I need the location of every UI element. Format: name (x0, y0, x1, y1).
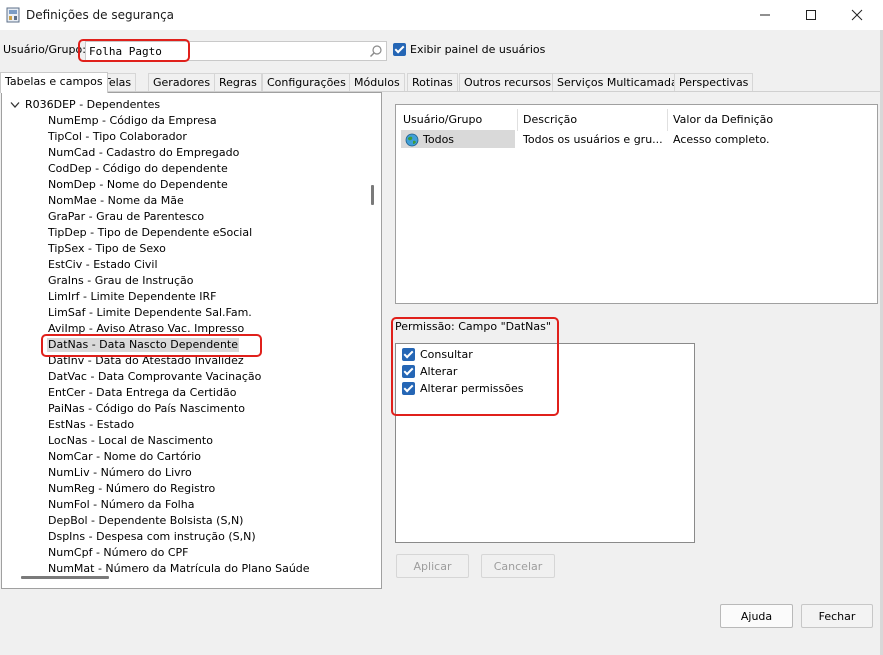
checkbox-checked-icon[interactable] (393, 43, 406, 56)
permission-label: Alterar permissões (420, 382, 524, 395)
tree-item[interactable]: LimIrf - Limite Dependente IRF (47, 290, 218, 304)
minimize-icon (760, 14, 770, 16)
tree-item[interactable]: EstNas - Estado (47, 418, 135, 432)
show-users-panel-checkbox[interactable]: Exibir painel de usuários (393, 43, 545, 56)
horizontal-scrollbar[interactable] (21, 576, 109, 579)
security-settings-window: Definições de segurança Usuário/Grupo: E… (0, 0, 883, 655)
tree-item[interactable]: DatVac - Data Comprovante Vacinação (47, 370, 262, 384)
grid-cell-user: Todos (423, 133, 455, 146)
tree-item-selected[interactable]: DatNas - Data Nascto Dependente (47, 338, 239, 352)
apply-button[interactable]: Aplicar (396, 554, 469, 578)
column-header-user-group[interactable]: Usuário/Grupo (403, 113, 482, 126)
tree-item[interactable]: NumFol - Número da Folha (47, 498, 195, 512)
cancel-button[interactable]: Cancelar (481, 554, 555, 578)
tree-item[interactable]: AviImp - Aviso Atraso Vac. Impresso (47, 322, 245, 336)
tree-item[interactable]: PaiNas - Código do País Nascimento (47, 402, 246, 416)
maximize-icon (806, 10, 816, 20)
permission-list: Consultar Alterar Alterar permissões (395, 343, 695, 543)
permission-edit-permissions[interactable]: Alterar permissões (402, 382, 524, 395)
checkbox-checked-icon[interactable] (402, 365, 415, 378)
globe-icon (405, 133, 419, 147)
tree-item[interactable]: GraIns - Grau de Instrução (47, 274, 194, 288)
tree-item[interactable]: NumMat - Número da Matrícula do Plano Sa… (47, 562, 311, 576)
column-header-definition-value[interactable]: Valor da Definição (673, 113, 773, 126)
grid-cell-description: Todos os usuários e gru... (523, 133, 663, 146)
user-group-field[interactable] (85, 41, 387, 61)
permission-label: Consultar (420, 348, 473, 361)
checkbox-checked-icon[interactable] (402, 382, 415, 395)
tree-item[interactable]: CodDep - Código do dependente (47, 162, 229, 176)
vertical-scrollbar[interactable] (371, 185, 374, 205)
search-icon[interactable] (369, 44, 383, 58)
fields-tree[interactable]: R036DEP - Dependentes NumEmp - Código da… (1, 92, 382, 589)
tab-settings[interactable]: Configurações (262, 73, 351, 92)
tree-item[interactable]: NumEmp - Código da Empresa (47, 114, 218, 128)
tab-rules[interactable]: Regras (214, 73, 262, 92)
column-header-description[interactable]: Descrição (523, 113, 577, 126)
help-button[interactable]: Ajuda (720, 604, 793, 628)
permission-title: Permissão: Campo "DatNas" (395, 320, 551, 333)
column-divider (667, 109, 668, 131)
grid-cell-value: Acesso completo. (673, 133, 770, 146)
column-divider (517, 109, 518, 131)
tree-item[interactable]: GraPar - Grau de Parentesco (47, 210, 205, 224)
app-icon (6, 7, 20, 23)
tab-generators[interactable]: Geradores (148, 73, 216, 92)
tree-item[interactable]: DepBol - Dependente Bolsista (S,N) (47, 514, 244, 528)
maximize-button[interactable] (788, 0, 834, 30)
tree-item[interactable]: NomDep - Nome do Dependente (47, 178, 229, 192)
permission-edit[interactable]: Alterar (402, 365, 457, 378)
tree-item[interactable]: EntCer - Data Entrega da Certidão (47, 386, 237, 400)
user-group-label: Usuário/Grupo: (3, 43, 86, 56)
tree-item[interactable]: EstCiv - Estado Civil (47, 258, 159, 272)
tree-item[interactable]: NumCad - Cadastro do Empregado (47, 146, 240, 160)
tab-tables-fields[interactable]: Tabelas e campos (0, 72, 108, 93)
user-definitions-grid[interactable]: Usuário/Grupo Descrição Valor da Definiç… (395, 104, 878, 304)
tab-other-resources[interactable]: Outros recursos (459, 73, 556, 92)
tree-root-label: R036DEP - Dependentes (25, 98, 161, 111)
tree-root-node[interactable]: R036DEP - Dependentes (10, 98, 160, 111)
tree-item[interactable]: NomMae - Nome da Mãe (47, 194, 185, 208)
tree-item[interactable]: DatInv - Data do Atestado Invalidez (47, 354, 245, 368)
user-group-input[interactable] (86, 42, 356, 60)
close-window-button[interactable] (834, 0, 880, 30)
tree-item[interactable]: DspIns - Despesa com instrução (S,N) (47, 530, 257, 544)
tab-bar: Tabelas e campos Telas Geradores Regras … (0, 72, 883, 93)
tab-routines[interactable]: Rotinas (407, 73, 458, 92)
chevron-down-icon[interactable] (10, 101, 20, 109)
permission-label: Alterar (420, 365, 458, 378)
tree-item[interactable]: TipDep - Tipo de Dependente eSocial (47, 226, 253, 240)
tree-item[interactable]: NumReg - Número do Registro (47, 482, 216, 496)
tree-item[interactable]: LocNas - Local de Nascimento (47, 434, 214, 448)
tab-perspectives[interactable]: Perspectivas (674, 73, 754, 92)
show-users-panel-label: Exibir painel de usuários (410, 43, 546, 56)
tab-modules[interactable]: Módulos (349, 73, 405, 92)
tree-item[interactable]: LimSaf - Limite Dependente Sal.Fam. (47, 306, 253, 320)
tab-multilayer-services[interactable]: Serviços Multicamada (552, 73, 683, 92)
tree-item[interactable]: TipSex - Tipo de Sexo (47, 242, 167, 256)
window-title: Definições de segurança (26, 8, 175, 22)
close-button[interactable]: Fechar (801, 604, 873, 628)
checkbox-checked-icon[interactable] (402, 348, 415, 361)
tree-item[interactable]: NumLiv - Número do Livro (47, 466, 193, 480)
title-bar: Definições de segurança (0, 0, 883, 30)
tree-item[interactable]: NomCar - Nome do Cartório (47, 450, 202, 464)
close-icon (851, 9, 863, 21)
tree-item[interactable]: TipCol - Tipo Colaborador (47, 130, 188, 144)
permission-consult[interactable]: Consultar (402, 348, 473, 361)
tree-item[interactable]: NumCpf - Número do CPF (47, 546, 189, 560)
minimize-button[interactable] (742, 0, 788, 30)
